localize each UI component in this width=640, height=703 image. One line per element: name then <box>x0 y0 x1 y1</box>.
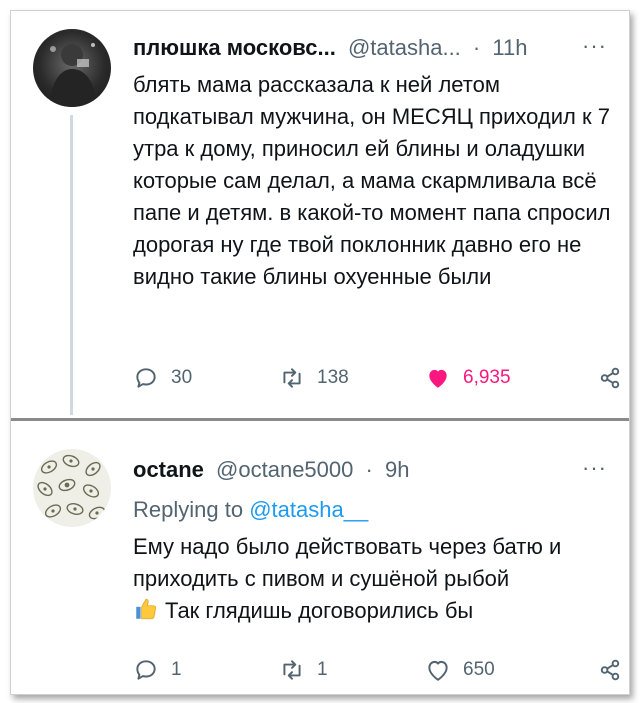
avatar[interactable] <box>33 449 111 527</box>
user-handle[interactable]: @octane5000 <box>216 457 353 482</box>
screenshot-frame: плюшка московс... @tatasha... · 11h ··· … <box>10 10 630 695</box>
tweet-text-line: Ему надо было действовать через батю и п… <box>133 534 562 591</box>
display-name[interactable]: octane <box>133 457 204 482</box>
avatar-photo <box>49 43 97 107</box>
heart-icon <box>429 369 447 388</box>
heart-icon <box>428 660 448 681</box>
share-icon <box>600 659 620 681</box>
share-icon <box>600 367 620 389</box>
retweet-icon <box>283 660 301 680</box>
display-name[interactable]: плюшка московс... <box>133 35 336 60</box>
tweet-text: Ему надо было действовать через батю и п… <box>133 531 613 627</box>
retweet-button[interactable]: 138 <box>279 365 349 391</box>
tweet-text-tail: Так глядишь договорились бы <box>165 598 474 623</box>
avatar[interactable] <box>33 29 111 107</box>
like-count: 6,935 <box>463 367 511 388</box>
retweet-icon <box>283 368 301 388</box>
reply-count: 30 <box>171 367 193 388</box>
action-bar: 30 138 6,935 <box>133 365 620 401</box>
timestamp[interactable]: 9h <box>385 457 409 482</box>
like-button[interactable]: 6,935 <box>425 365 511 391</box>
like-count: 650 <box>463 659 495 680</box>
thumbs-up-emoji <box>136 598 156 620</box>
user-handle[interactable]: @tatasha... <box>348 35 461 60</box>
reply-button[interactable]: 30 <box>133 365 192 391</box>
reply-icon <box>136 660 156 680</box>
share-button[interactable] <box>597 365 623 396</box>
mention-link[interactable]: @tatasha__ <box>249 497 368 522</box>
reply-icon <box>136 368 156 388</box>
timestamp[interactable]: 11h <box>492 35 527 60</box>
share-button[interactable] <box>597 657 623 688</box>
replying-to: Replying to @tatasha__ <box>133 497 368 523</box>
tweet-text-line-emoji: Так глядишь договорились бы <box>133 595 613 627</box>
separator: · <box>472 35 481 60</box>
separator: · <box>365 457 373 482</box>
action-bar: 1 1 650 <box>133 657 620 693</box>
reply-button[interactable]: 1 <box>133 657 182 683</box>
tweet-header: плюшка московс... @tatasha... · 11h <box>133 35 527 61</box>
retweet-count: 138 <box>317 367 349 388</box>
tweet-reply[interactable]: octane @octane5000 · 9h ··· Replying to … <box>11 421 629 694</box>
tweet-header: octane @octane5000 · 9h <box>133 457 409 483</box>
more-options-button[interactable]: ··· <box>582 33 607 59</box>
thread-line <box>70 115 73 415</box>
retweet-button[interactable]: 1 <box>279 657 328 683</box>
avatar-pattern <box>37 454 106 520</box>
like-button[interactable]: 650 <box>425 657 495 683</box>
replying-prefix: Replying to <box>133 497 244 522</box>
retweet-count: 1 <box>317 659 328 680</box>
tweet-text: блять мама рассказала к ней летом подкат… <box>133 72 611 289</box>
more-options-button[interactable]: ··· <box>582 455 607 481</box>
tweet-original[interactable]: плюшка московс... @tatasha... · 11h ··· … <box>11 11 629 419</box>
reply-count: 1 <box>171 659 182 680</box>
